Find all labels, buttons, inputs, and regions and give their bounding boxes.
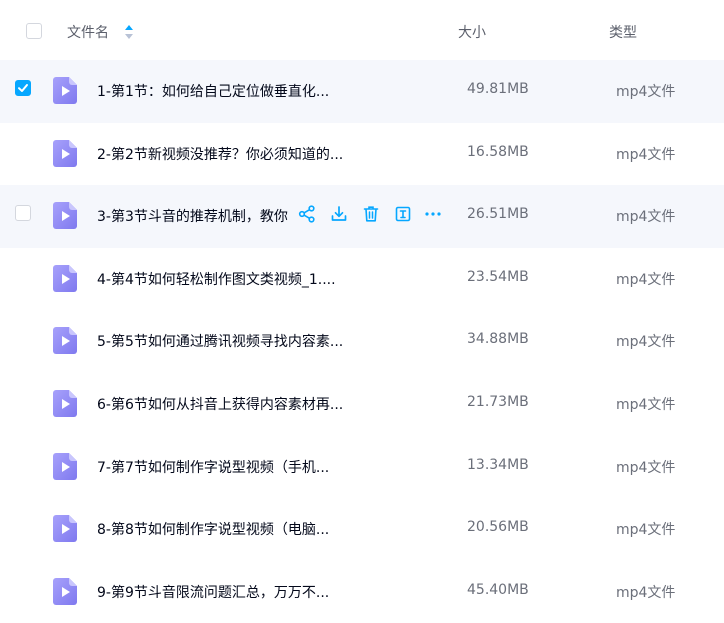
file-row[interactable]: 4-第4节如何轻松制作图文类视频_1.... 23.54MB mp4文件: [0, 248, 724, 311]
file-name[interactable]: 5-第5节如何通过腾讯视频寻找内容素...: [97, 331, 343, 351]
file-name[interactable]: 3-第3节斗音的推荐机制，教你: [97, 206, 288, 226]
file-row[interactable]: 3-第3节斗音的推荐机制，教你 26.51MB mp4文件: [0, 185, 724, 248]
sort-icon[interactable]: [124, 24, 134, 40]
file-name[interactable]: 6-第6节如何从抖音上获得内容素材再...: [97, 394, 343, 414]
video-file-icon: [53, 327, 77, 355]
file-size: 23.54MB: [467, 268, 529, 285]
file-name[interactable]: 4-第4节如何轻松制作图文类视频_1....: [97, 269, 336, 289]
delete-icon[interactable]: [361, 204, 381, 224]
file-type: mp4文件: [616, 84, 676, 100]
file-type: mp4文件: [616, 459, 676, 476]
video-file-icon: [53, 389, 77, 417]
file-size: 21.73MB: [467, 393, 529, 410]
file-type: mp4文件: [616, 522, 676, 539]
share-icon[interactable]: [297, 204, 317, 224]
file-name[interactable]: 1-第1节：如何给自己定位做垂直化...: [97, 81, 329, 101]
video-file-icon: [53, 515, 77, 543]
file-row[interactable]: 5-第5节如何通过腾讯视频寻找内容素... 34.88MB mp4文件: [0, 310, 724, 373]
file-size: 34.88MB: [467, 331, 529, 348]
row-checkbox[interactable]: [15, 205, 31, 222]
file-size: 49.81MB: [467, 81, 529, 97]
video-file-icon: [53, 139, 77, 167]
file-size: 26.51MB: [467, 206, 529, 223]
file-name[interactable]: 9-第9节斗音限流问题汇总，万万不...: [97, 582, 329, 602]
row-checkbox[interactable]: [15, 80, 31, 96]
file-size: 45.40MB: [467, 581, 529, 598]
video-file-icon: [53, 577, 77, 605]
checkmark-icon: [18, 84, 28, 92]
file-name[interactable]: 2-第2节新视频没推荐？你必须知道的...: [97, 144, 343, 164]
select-all-checkbox[interactable]: [26, 23, 42, 39]
file-row[interactable]: 1-第1节：如何给自己定位做垂直化... 49.81MB mp4文件: [0, 60, 724, 123]
file-type: mp4文件: [616, 584, 676, 601]
video-file-icon: [53, 202, 77, 230]
file-row[interactable]: 9-第9节斗音限流问题汇总，万万不... 45.40MB mp4文件: [0, 561, 724, 623]
file-type: mp4文件: [616, 334, 676, 351]
file-type: mp4文件: [616, 271, 676, 288]
file-row[interactable]: 6-第6节如何从抖音上获得内容素材再... 21.73MB mp4文件: [0, 373, 724, 436]
file-row[interactable]: 2-第2节新视频没推荐？你必须知道的... 16.58MB mp4文件: [0, 123, 724, 186]
file-size: 20.56MB: [467, 519, 529, 536]
file-name[interactable]: 7-第7节如何制作字说型视频（手机...: [97, 457, 329, 477]
file-type: mp4文件: [616, 396, 676, 413]
rename-icon[interactable]: [393, 204, 413, 224]
file-type: mp4文件: [616, 209, 676, 226]
video-file-icon: [53, 77, 77, 104]
column-header-size[interactable]: 大小: [458, 22, 486, 42]
file-name[interactable]: 8-第8节如何制作字说型视频（电脑...: [97, 519, 329, 539]
more-icon[interactable]: [423, 204, 443, 224]
video-file-icon: [53, 452, 77, 480]
file-list-header: 文件名 大小 类型: [0, 0, 724, 60]
file-row[interactable]: 7-第7节如何制作字说型视频（手机... 13.34MB mp4文件: [0, 436, 724, 499]
column-header-name[interactable]: 文件名: [67, 22, 109, 42]
file-list: 1-第1节：如何给自己定位做垂直化... 49.81MB mp4文件 2-第2节…: [0, 60, 724, 623]
file-row[interactable]: 8-第8节如何制作字说型视频（电脑... 20.56MB mp4文件: [0, 498, 724, 561]
column-header-type[interactable]: 类型: [609, 22, 637, 42]
file-type: mp4文件: [616, 146, 676, 163]
file-size: 13.34MB: [467, 456, 529, 473]
download-icon[interactable]: [329, 204, 349, 224]
file-size: 16.58MB: [467, 143, 529, 160]
video-file-icon: [53, 264, 77, 292]
